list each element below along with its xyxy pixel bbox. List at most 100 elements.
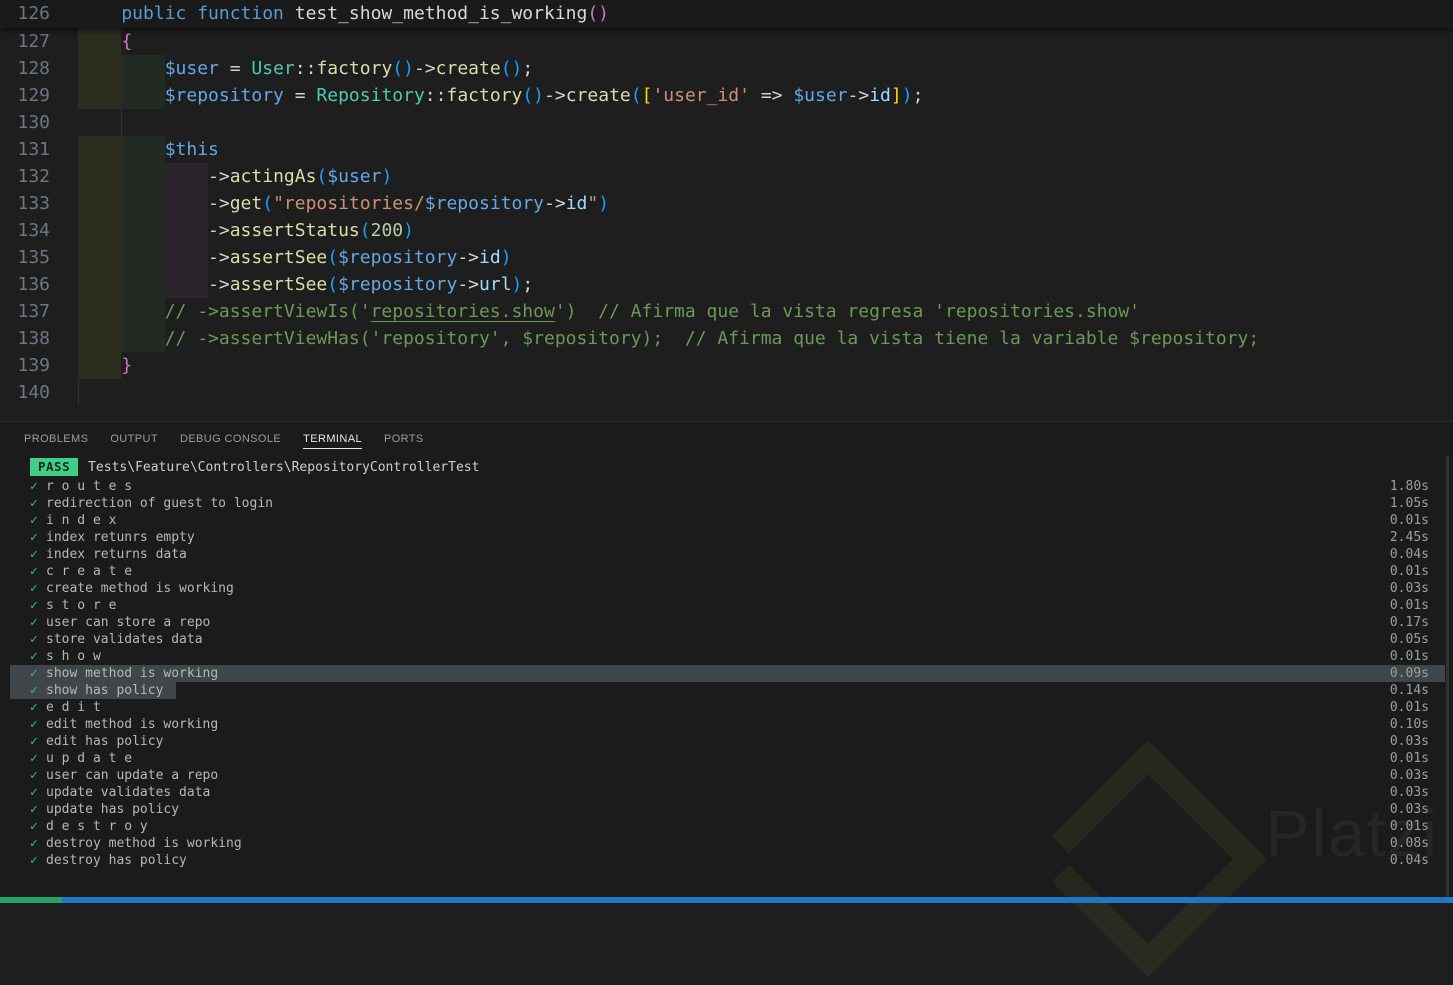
line-number: 134: [17, 220, 50, 241]
test-time: 2.45s: [1389, 530, 1429, 545]
test-row: ✓ edit method is working 0.10s: [0, 716, 1453, 733]
check-icon: ✓: [30, 479, 38, 494]
test-row: ✓ s h o w 0.01s: [0, 648, 1453, 665]
line-number: 127: [17, 31, 50, 52]
test-name: create method is working: [46, 581, 234, 596]
terminal-output[interactable]: PASS Tests\Feature\Controllers\Repositor…: [0, 456, 1453, 897]
line-number: 137: [17, 301, 50, 322]
check-icon: ✓: [30, 598, 38, 613]
tab-output[interactable]: OUTPUT: [99, 422, 169, 455]
check-icon: ✓: [30, 734, 38, 749]
code-line[interactable]: 127 {: [0, 28, 1453, 55]
code-line[interactable]: 132 ->actingAs($user): [0, 163, 1453, 190]
test-time: 0.08s: [1389, 836, 1429, 851]
code-line[interactable]: 139 }: [0, 352, 1453, 379]
pass-badge: PASS: [30, 458, 79, 476]
code-line[interactable]: 133 ->get("repositories/$repository->id"…: [0, 190, 1453, 217]
line-number: 131: [17, 139, 50, 160]
check-icon: ✓: [30, 564, 38, 579]
indent-guide: [78, 379, 79, 406]
tab-terminal[interactable]: TERMINAL: [292, 422, 373, 455]
test-name: destroy method is working: [46, 836, 242, 851]
test-time: 0.10s: [1389, 717, 1429, 732]
line-number: 132: [17, 166, 50, 187]
test-name: i n d e x: [46, 513, 117, 528]
status-progress-segment: [0, 897, 62, 903]
line-number: 139: [17, 355, 50, 376]
line-number: 126: [17, 3, 50, 24]
test-name: store validates data: [46, 632, 203, 647]
test-row: ✓ index retunrs empty 2.45s: [0, 529, 1453, 546]
test-name: r o u t e s: [46, 479, 133, 494]
test-name: destroy has policy: [46, 853, 187, 868]
code-line[interactable]: 136 ->assertSee($repository->url);: [0, 271, 1453, 298]
code-line[interactable]: 126 public function test_show_method_is_…: [0, 0, 1453, 28]
test-name: index retunrs empty: [46, 530, 195, 545]
line-number: 133: [17, 193, 50, 214]
test-time: 0.03s: [1389, 802, 1429, 817]
test-time: 0.01s: [1389, 700, 1429, 715]
bottom-panel: PROBLEMS OUTPUT DEBUG CONSOLE TERMINAL PORTS…: [0, 421, 1453, 978]
editor-lines: 127 {128 $user = User::factory()->create…: [0, 28, 1453, 406]
test-name: user can store a repo: [46, 615, 211, 630]
test-time: 0.04s: [1389, 547, 1429, 562]
line-number: 138: [17, 328, 50, 349]
test-time: 0.09s: [1389, 666, 1429, 681]
test-time: 0.03s: [1389, 734, 1429, 749]
test-time: 0.01s: [1389, 598, 1429, 613]
test-name: u p d a t e: [46, 751, 133, 766]
check-icon: ✓: [30, 717, 38, 732]
test-row: ✓ show has policy 0.14s: [0, 682, 1453, 699]
test-row: ✓ user can store a repo 0.17s: [0, 614, 1453, 631]
editor-region[interactable]: 126 public function test_show_method_is_…: [0, 0, 1453, 421]
test-rows: ✓ r o u t e s 1.80s ✓ redirection of guest t…: [0, 478, 1453, 869]
test-row: ✓ destroy has policy 0.04s: [0, 852, 1453, 869]
test-time: 0.14s: [1389, 683, 1429, 698]
test-name: show has policy: [46, 683, 164, 698]
code-line[interactable]: 131 $this: [0, 136, 1453, 163]
check-icon: ✓: [30, 666, 38, 681]
check-icon: ✓: [30, 632, 38, 647]
code-line[interactable]: 129 $repository = Repository::factory()-…: [0, 82, 1453, 109]
indent-guide: [121, 109, 123, 136]
tab-ports[interactable]: PORTS: [373, 422, 435, 455]
check-icon: ✓: [30, 496, 38, 511]
sticky-scroll-line[interactable]: 126 public function test_show_method_is_…: [0, 0, 1453, 28]
test-row: ✓ c r e a t e 0.01s: [0, 563, 1453, 580]
test-row: ✓ update validates data 0.03s: [0, 784, 1453, 801]
suite-name: Tests\Feature\Controllers\RepositoryCont…: [88, 459, 480, 475]
terminal-scrollbar[interactable]: [1446, 456, 1449, 897]
test-name: s h o w: [46, 649, 101, 664]
test-name: e d i t: [46, 700, 101, 715]
test-time: 0.17s: [1389, 615, 1429, 630]
code-line[interactable]: 135 ->assertSee($repository->id): [0, 244, 1453, 271]
code-line[interactable]: 140: [0, 379, 1453, 406]
line-number: 129: [17, 85, 50, 106]
code-line[interactable]: 138 // ->assertViewHas('repository', $re…: [0, 325, 1453, 352]
test-name: edit has policy: [46, 734, 164, 749]
code-line[interactable]: 130: [0, 109, 1453, 136]
test-time: 0.03s: [1389, 581, 1429, 596]
test-name: edit method is working: [46, 717, 219, 732]
line-number: 136: [17, 274, 50, 295]
check-icon: ✓: [30, 683, 38, 698]
line-number: 130: [17, 112, 50, 133]
check-icon: ✓: [30, 615, 38, 630]
test-name: c r e a t e: [46, 564, 133, 579]
test-name: s t o r e: [46, 598, 117, 613]
code-line[interactable]: 137 // ->assertViewIs('repositories.show…: [0, 298, 1453, 325]
check-icon: ✓: [30, 853, 38, 868]
test-name: redirection of guest to login: [46, 496, 273, 511]
check-icon: ✓: [30, 785, 38, 800]
check-icon: ✓: [30, 751, 38, 766]
test-time: 0.01s: [1389, 751, 1429, 766]
code-line[interactable]: 128 $user = User::factory()->create();: [0, 55, 1453, 82]
test-time: 0.03s: [1389, 768, 1429, 783]
tab-problems[interactable]: PROBLEMS: [13, 422, 99, 455]
code-line[interactable]: 134 ->assertStatus(200): [0, 217, 1453, 244]
test-row: ✓ u p d a t e 0.01s: [0, 750, 1453, 767]
test-name: show method is working: [46, 666, 219, 681]
tab-debug-console[interactable]: DEBUG CONSOLE: [169, 422, 292, 455]
check-icon: ✓: [30, 836, 38, 851]
status-bar[interactable]: [0, 897, 1453, 903]
